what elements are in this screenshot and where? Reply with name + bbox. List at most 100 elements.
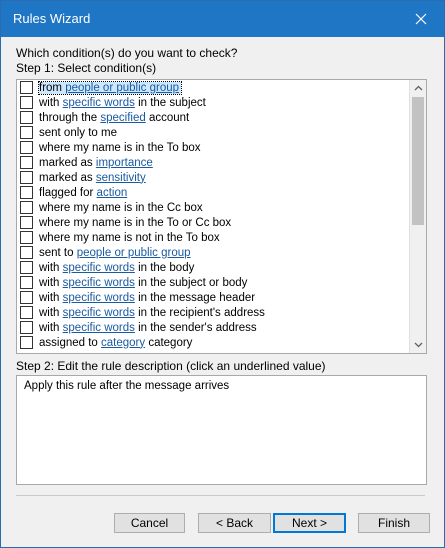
condition-link[interactable]: sensitivity [96,172,146,184]
condition-item[interactable]: with specific words in the recipient's a… [17,305,409,320]
condition-checkbox[interactable] [20,171,33,184]
scrollbar[interactable] [409,80,426,353]
condition-text: through the specified account [39,112,189,124]
condition-checkbox[interactable] [20,156,33,169]
scroll-thumb[interactable] [412,97,424,225]
condition-text-part: in the subject or body [134,276,248,289]
condition-item[interactable]: where my name is in the To box [17,140,409,155]
condition-checkbox[interactable] [20,96,33,109]
condition-item[interactable]: where my name is in the Cc box [17,200,409,215]
condition-text-part: sent to [39,246,77,259]
condition-item[interactable]: flagged for action [17,185,409,200]
condition-text-part: sent only to me [39,126,117,139]
condition-text-part: in the recipient's address [134,306,265,319]
condition-checkbox[interactable] [20,261,33,274]
condition-item[interactable]: where my name is in the To or Cc box [17,215,409,230]
condition-text-part: with [39,291,63,304]
rule-description-text: Apply this rule after the message arrive… [24,380,230,392]
condition-text-part: in the message header [134,291,256,304]
condition-item[interactable]: sent to people or public group [17,245,409,260]
condition-text-part: category [145,336,193,349]
condition-checkbox[interactable] [20,201,33,214]
finish-button[interactable]: Finish [358,513,430,533]
back-button[interactable]: < Back [198,513,271,533]
condition-item[interactable]: marked as sensitivity [17,170,409,185]
condition-text-part: flagged for [39,186,97,199]
condition-checkbox[interactable] [20,276,33,289]
cancel-button[interactable]: Cancel [114,513,185,533]
condition-text-part: through the [39,111,101,124]
separator [16,495,425,496]
condition-text: flagged for action [39,187,127,199]
condition-text: where my name is in the To box [39,142,201,154]
condition-item[interactable]: from people or public group [17,80,409,95]
condition-item[interactable]: with specific words in the subject or bo… [17,275,409,290]
condition-item[interactable]: assigned to category category [17,335,409,350]
condition-checkbox[interactable] [20,141,33,154]
condition-text-part: in the sender's address [134,321,257,334]
condition-item[interactable]: sent only to me [17,125,409,140]
condition-checkbox[interactable] [20,231,33,244]
condition-link[interactable]: specific words [63,307,135,319]
condition-link[interactable]: people or public group [65,82,179,94]
condition-checkbox[interactable] [20,291,33,304]
condition-link[interactable]: specific words [63,277,135,289]
condition-item[interactable]: with specific words in the message heade… [17,290,409,305]
condition-checkbox[interactable] [20,336,33,349]
condition-text-part: marked as [39,171,96,184]
condition-checkbox[interactable] [20,126,33,139]
condition-item[interactable]: with specific words in the body [17,260,409,275]
condition-checkbox[interactable] [20,81,33,94]
scroll-up-button[interactable] [410,80,426,96]
condition-text-part: from [39,81,66,94]
condition-text-part: marked as [39,156,96,169]
condition-checkbox[interactable] [20,321,33,334]
condition-link[interactable]: importance [96,157,153,169]
close-button[interactable] [398,1,444,37]
condition-text-part: where my name is in the Cc box [39,201,203,214]
condition-text-part: in the body [134,261,195,274]
condition-text: marked as sensitivity [39,172,146,184]
step2-label: Step 2: Edit the rule description (click… [16,359,326,373]
next-button[interactable]: Next > [273,513,346,533]
condition-text-part: where my name is in the To box [39,141,201,154]
condition-text: marked as importance [39,157,153,169]
condition-link[interactable]: action [97,187,128,199]
condition-text: with specific words in the body [39,262,194,274]
condition-link[interactable]: specific words [63,97,135,109]
chevron-up-icon [414,85,422,91]
condition-text: sent only to me [39,127,117,139]
condition-text: from people or public group [37,80,183,95]
condition-text: sent to people or public group [39,247,191,259]
condition-checkbox[interactable] [20,306,33,319]
window-title: Rules Wizard [13,11,91,26]
condition-text: with specific words in the subject or bo… [39,277,247,289]
condition-item[interactable]: where my name is not in the To box [17,230,409,245]
conditions-list[interactable]: from people or public group with specific… [16,79,427,354]
condition-checkbox[interactable] [20,216,33,229]
step1-label: Step 1: Select condition(s) [16,61,157,75]
condition-text-part: assigned to [39,336,102,349]
condition-text: with specific words in the sender's addr… [39,322,257,334]
condition-link[interactable]: specific words [63,322,135,334]
condition-text-part: with [39,276,63,289]
condition-link[interactable]: specific words [63,262,135,274]
condition-text: assigned to category category [39,337,192,349]
condition-link[interactable]: people or public group [77,247,191,259]
scroll-down-button[interactable] [410,337,426,353]
condition-item[interactable]: with specific words in the sender's addr… [17,320,409,335]
condition-link[interactable]: specific words [63,292,135,304]
condition-text-part: with [39,96,63,109]
condition-checkbox[interactable] [20,246,33,259]
condition-item[interactable]: through the specified account [17,110,409,125]
condition-text-part: with [39,306,63,319]
condition-link[interactable]: specified [100,112,145,124]
condition-item[interactable]: marked as importance [17,155,409,170]
condition-checkbox[interactable] [20,186,33,199]
prompt-label: Which condition(s) do you want to check? [16,46,238,60]
condition-link[interactable]: category [101,337,145,349]
condition-checkbox[interactable] [20,111,33,124]
condition-item[interactable]: with specific words in the subject [17,95,409,110]
rule-description-box[interactable]: Apply this rule after the message arrive… [16,375,427,485]
condition-text-part: where my name is in the To or Cc box [39,216,232,229]
